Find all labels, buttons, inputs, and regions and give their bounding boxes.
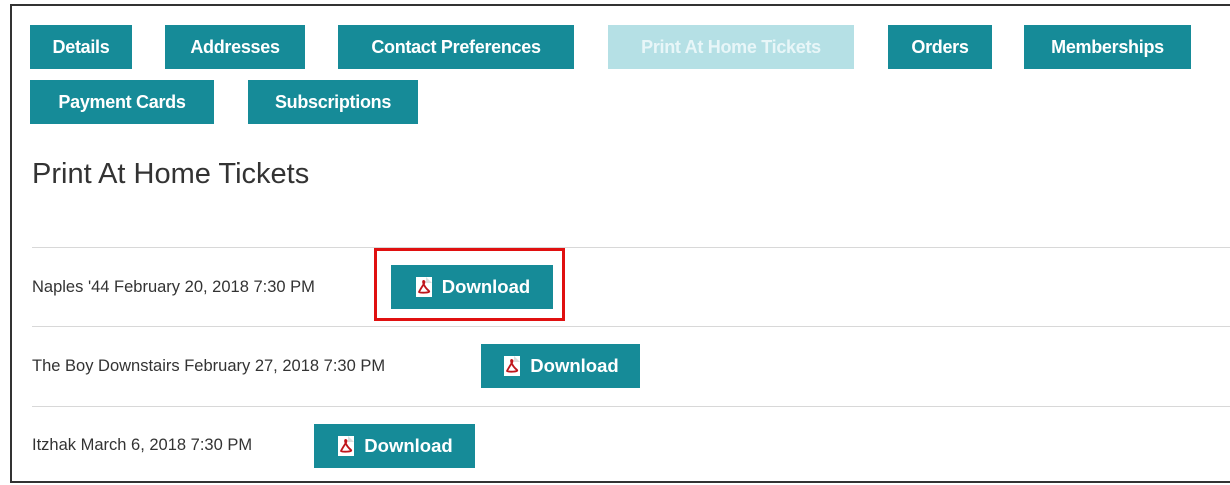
account-panel [10,4,1230,483]
download-button[interactable]: Download [314,424,475,468]
download-button[interactable]: Download [481,344,640,388]
ticket-description: The Boy Downstairs February 27, 2018 7:3… [32,357,386,375]
download-label: Download [441,276,531,297]
tab-print-at-home-tickets[interactable]: Print At Home Tickets [608,25,854,69]
download-label: Download [364,435,453,456]
download-button[interactable]: Download [391,265,553,309]
download-label: Download [530,355,619,376]
tab-memberships[interactable]: Memberships [1024,25,1191,69]
ticket-description: Itzhak March 6, 2018 7:30 PM [32,436,253,454]
tab-details[interactable]: Details [30,25,132,69]
tab-contact-preferences[interactable]: Contact Preferences [338,25,574,69]
divider [32,247,1230,248]
divider [32,326,1230,327]
divider [32,406,1230,407]
tab-subscriptions[interactable]: Subscriptions [248,80,418,124]
page-title: Print At Home Tickets [32,158,310,190]
tab-addresses[interactable]: Addresses [165,25,305,69]
tab-payment-cards[interactable]: Payment Cards [30,80,214,124]
pdf-icon [338,436,355,456]
pdf-icon [415,277,432,297]
pdf-icon [504,356,521,376]
ticket-description: Naples '44 February 20, 2018 7:30 PM [32,278,315,296]
tab-orders[interactable]: Orders [888,25,992,69]
